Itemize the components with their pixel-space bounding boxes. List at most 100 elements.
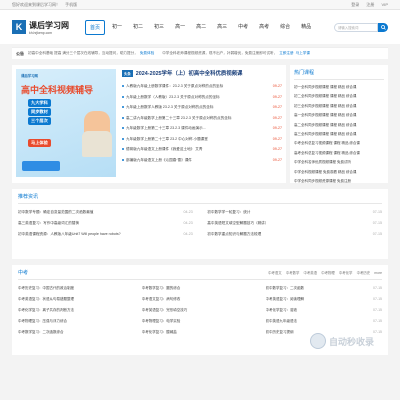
notice-bar: 公告 初高中全科基础 提高 满分三个层次在线辅导，互动提问，助力提分， 免费体验… — [12, 47, 388, 59]
featured-panel: 课后学习网 高中全科视频辅导 九大学科 同步教材 三个层次 马上体验 头条 20… — [12, 65, 286, 183]
vip-link[interactable]: VIP — [382, 2, 388, 7]
banner-tag-3: 三个层次 — [28, 117, 51, 125]
banner-brand: 课后学习网 — [21, 74, 38, 78]
trial-link[interactable]: 免费体验 — [140, 51, 154, 56]
tab-physics[interactable]: 中考物理 — [321, 271, 335, 275]
banner-tag-1: 九大学科 — [28, 99, 51, 107]
list-item[interactable]: 中考化学复习：离子共存的判断方法 — [18, 305, 134, 316]
list-item[interactable]: 中考物理复习：压强与浮力综合 — [18, 316, 134, 327]
recommend-list-right: 初中数学学一轮复习：统计 07-15 高中英语短文填空型解题技巧（精讲） 07-15… — [207, 207, 382, 240]
list-item[interactable]: 中考数学复习：圆的综合 — [142, 283, 258, 294]
list-item[interactable]: 初中数学学一轮复习：统计 07-15 — [207, 207, 382, 218]
list-item[interactable]: 九年级数学上册第二十三章 23.2.3 课件动画演示... 09-27 — [122, 123, 282, 134]
list-item[interactable]: 高考全科总复习视频课程 课程 精品 综合课 — [294, 149, 384, 158]
list-item[interactable]: 中考英语复习：完形填空技巧 — [142, 305, 258, 316]
lesson-list: 人教版九年级上册数学课件：23.2.3 关于原点对称的点的坐标 09-27 九年级… — [122, 81, 282, 165]
recommend-section: 推荐资讯 初中数学专题：确定自变量范围的二次函数最值 04-23 高三英语复习：写… — [12, 189, 388, 259]
top-bar: 您好欢迎来到课后学习网！ 手机版 登录 注册 VIP — [0, 0, 400, 10]
list-item[interactable]: 中考化学复习：酸碱盐 — [142, 327, 258, 338]
search-button[interactable] — [378, 22, 388, 32]
list-item[interactable]: 高三全科同步视频课程 课程 精品 综合课 — [294, 130, 384, 139]
list-item[interactable]: 初中英语九年级语法 07-15 — [266, 316, 382, 327]
list-item[interactable]: 高二全科同步视频课程 课程 精品 综合课 — [294, 121, 384, 130]
list-item[interactable]: 中学全科同步视频资源课程 免费注册 — [294, 177, 384, 186]
list-item[interactable]: 初中数学专题：确定自变量范围的二次函数最值 04-23 — [18, 207, 193, 218]
list-item[interactable]: 初一全科同步视频课程 课程 精品 综合课 — [294, 83, 384, 92]
site-logo[interactable]: K 课后学习网 kh.hrjkenp.com — [12, 20, 69, 35]
notice-text: 初高中全科基础 提高 满分三个层次在线辅导，互动提问，助力提分， — [28, 51, 138, 55]
tab-english[interactable]: 中考英语 — [304, 271, 318, 275]
promo-banner[interactable]: 课后学习网 高中全科视频辅导 九大学科 同步教材 三个层次 马上体验 — [16, 69, 116, 177]
nav-grade12[interactable]: 高三 — [213, 20, 231, 35]
watermark-text: 自动秒收录 — [328, 336, 374, 347]
list-item[interactable]: 高中英语短文填空型解题技巧（精讲） 07-15 — [207, 218, 382, 229]
search-input[interactable]: 请输入搜索词 — [334, 22, 378, 32]
zhongkao-tabs: 中考语文 中考数学 中考英语 中考物理 中考化学 中考历史 more — [265, 270, 382, 275]
list-item[interactable]: 九年级上册数学（人教版）23.2.3 关于原点对称的点的坐标 09-27 — [122, 92, 282, 103]
headline-badge: 头条 — [122, 69, 133, 77]
list-item[interactable]: 中考英语复习：阅读理解 07-15 — [266, 294, 382, 305]
zhongkao-col-3: 初中数学复习：二次函数 07-15 中考英语复习：阅读理解 07-15 中考化学复习… — [266, 283, 382, 338]
list-item[interactable]: 高三英语复习：写作中高级词汇的替换 04-23 — [18, 218, 193, 229]
notice-text-2: 中学全科老师课程视频资源，现不出户，补弱增优，免费注册即可试听， — [162, 51, 278, 55]
list-item[interactable]: 中考数学复习：二次函数综合 — [18, 327, 134, 338]
banner-cta-button[interactable]: 马上体验 — [28, 139, 51, 147]
list-item[interactable]: 中考语文复习：病句修改 — [142, 294, 258, 305]
main-nav: 首页 初一 初二 初三 高一 高二 高三 中考 高考 综合 精品 — [85, 19, 334, 35]
list-item[interactable]: 中考英语复习：状语从句易错题整理 — [18, 294, 134, 305]
list-item[interactable]: 初中数学重点知识与解题方法梳理 07-15 — [207, 229, 382, 240]
main-section: 课后学习网 高中全科视频辅导 九大学科 同步教材 三个层次 马上体验 头条 20… — [12, 65, 388, 183]
welcome-text: 您好欢迎来到课后学习网！ — [12, 1, 60, 7]
logo-cn-text: 课后学习网 — [29, 20, 69, 30]
list-item[interactable]: 中学全科名师优质视频课程 免费试听 — [294, 158, 384, 167]
account-links: 登录 注册 VIP — [345, 2, 388, 8]
logo-mark: K — [12, 20, 26, 34]
list-item[interactable]: 德育版九年级语文上册课件《我爱这土地》 艾青 09-27 — [122, 144, 282, 155]
tab-math[interactable]: 中考数学 — [286, 271, 300, 275]
nav-grade10[interactable]: 高一 — [171, 20, 189, 35]
list-item[interactable]: 中学全科视频课程 免费观看 精品 综合课 — [294, 168, 384, 177]
list-item[interactable]: 中考化学复习：溶液 07-15 — [266, 305, 382, 316]
headline-lessons: 头条 2024-2025学年（上）初高中全科优质视频课 人教版九年级上册数学课件… — [116, 69, 282, 179]
login-link[interactable]: 登录 — [351, 2, 359, 7]
list-item[interactable]: 人教版九年级上册数学课件：23.2.3 关于原点对称的点的坐标 09-27 — [122, 81, 282, 92]
nav-gaokao[interactable]: 高考 — [255, 20, 273, 35]
list-item[interactable]: 高一全科同步视频课程 课程 精品 综合课 — [294, 111, 384, 120]
tab-history[interactable]: 中考历史 — [357, 271, 371, 275]
hot-courses-panel: 热门课程 初一全科同步视频课程 课程 精品 综合课 初二全科同步视频课程 课程 … — [290, 65, 388, 183]
nav-grade8[interactable]: 初二 — [129, 20, 147, 35]
nav-general[interactable]: 综合 — [276, 20, 294, 35]
list-item[interactable]: 中考历史复习：中国古代的政治制度 — [18, 283, 134, 294]
nav-home[interactable]: 首页 — [85, 19, 106, 35]
tab-chemistry[interactable]: 中考化学 — [339, 271, 353, 275]
register-link[interactable]: 注册 — [366, 2, 374, 7]
search-icon — [380, 24, 386, 30]
register-now-link[interactable]: 立即注册 — [279, 51, 293, 56]
list-item[interactable]: 九年级上册数学人教版 23.2.3 关于原点对称的点的坐标 09-27 — [122, 102, 282, 113]
nav-grade7[interactable]: 初一 — [108, 20, 126, 35]
list-item[interactable]: 初二全科同步视频课程 课程 精品 综合课 — [294, 92, 384, 101]
tab-chinese[interactable]: 中考语文 — [268, 271, 282, 275]
list-item[interactable]: 中考物理复习：电学实验 — [142, 316, 258, 327]
zhongkao-col-1: 中考历史复习：中国古代的政治制度 中考英语复习：状语从句易错题整理 中考化学复习… — [18, 283, 134, 338]
headline-title[interactable]: 2024-2025学年（上）初高中全科优质视频课 — [136, 69, 243, 77]
banner-title: 高中全科视频辅导 — [21, 85, 94, 95]
list-item[interactable]: 初三全科同步视频课程 课程 精品 综合课 — [294, 102, 384, 111]
banner-tag-2: 同步教材 — [28, 108, 51, 116]
zhongkao-title: 中考 — [18, 270, 29, 276]
nav-grade9[interactable]: 初三 — [150, 20, 168, 35]
nav-grade11[interactable]: 高二 — [192, 20, 210, 35]
tab-more[interactable]: more — [374, 271, 382, 275]
nav-zhongkao[interactable]: 中考 — [234, 20, 252, 35]
watermark-logo — [309, 333, 326, 349]
list-item[interactable]: 初中数学复习：二次函数 07-15 — [266, 283, 382, 294]
list-item[interactable]: 初中英语课程资源：人教版八年级Unit7 Will people have ro… — [18, 229, 193, 240]
list-item[interactable]: 九年级数学上册第二十三章 23.2 中心对称 小题课堂 09-27 — [122, 134, 282, 145]
watermark: 自动秒收录 — [309, 333, 374, 349]
list-item[interactable]: 高二讲九年级数学上册第二十三章 23.2.3 关于原点对称的点的坐标 09-27 — [122, 113, 282, 124]
nav-premium[interactable]: 精品 — [297, 20, 315, 35]
list-item[interactable]: 部编版九年级语文上册《沁园春·雪》课件 09-27 — [122, 155, 282, 166]
list-item[interactable]: 中考全科总复习视频课程 课程 精品 综合课 — [294, 139, 384, 148]
start-learning-link[interactable]: 马上学课 — [296, 51, 310, 56]
mobile-link[interactable]: 手机版 — [65, 2, 77, 7]
